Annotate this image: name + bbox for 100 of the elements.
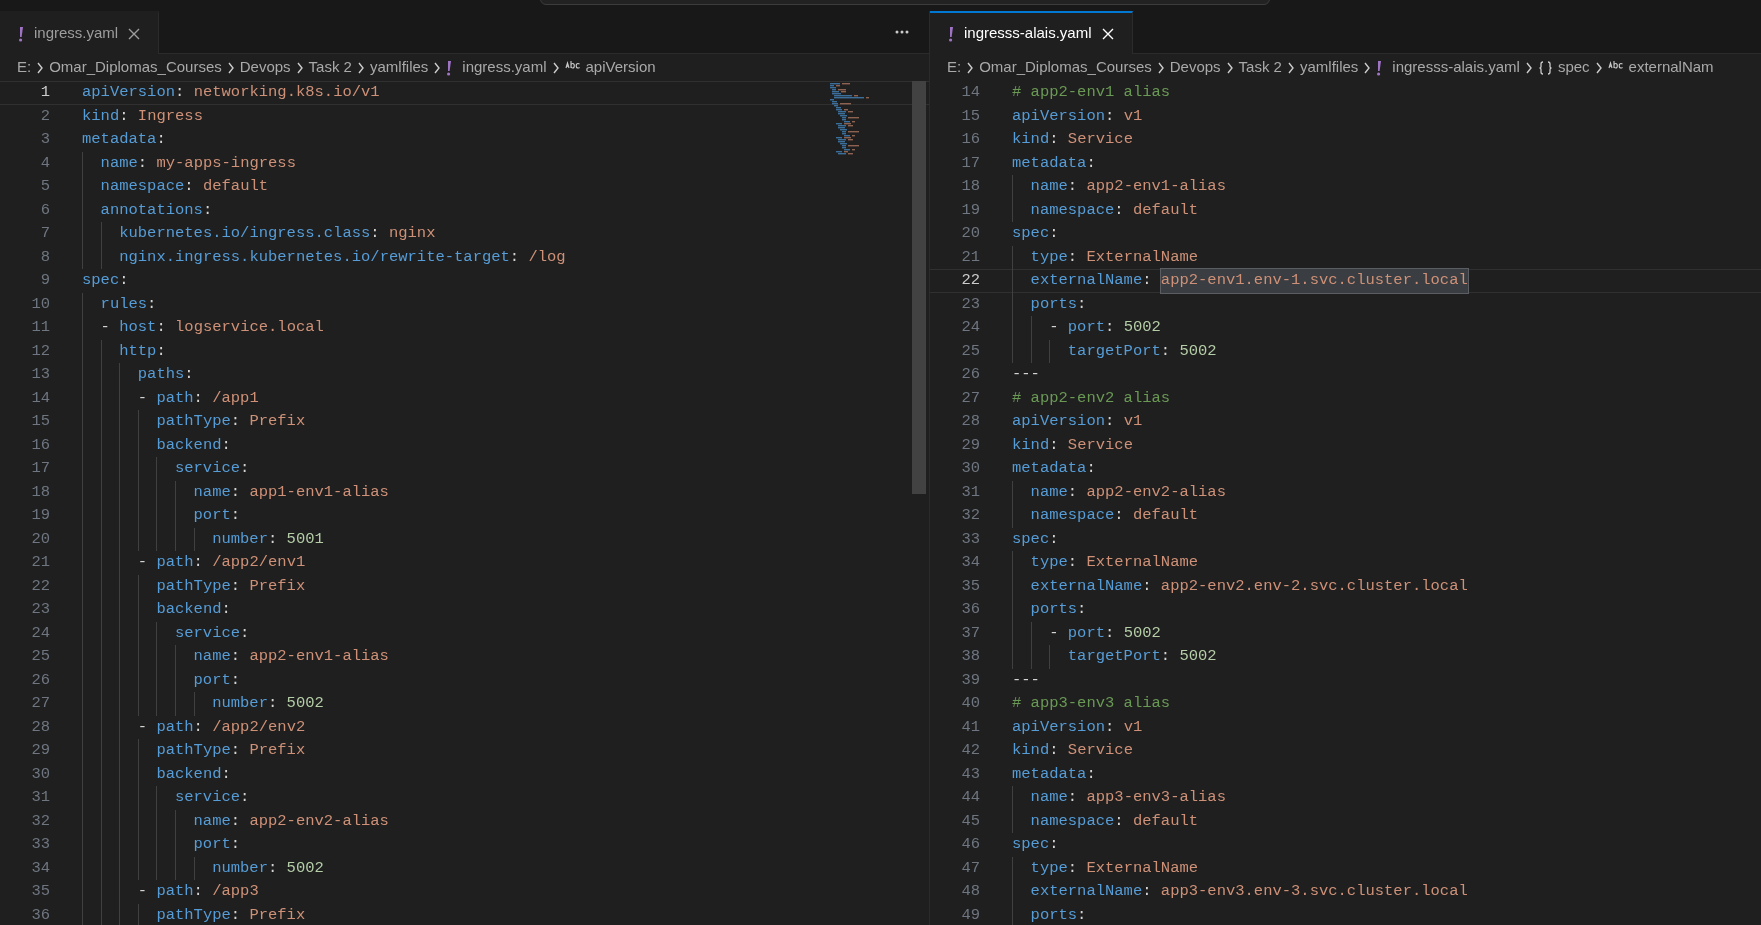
breadcrumb-item[interactable]: Task 2: [1238, 56, 1282, 79]
line-number: 34: [30, 857, 50, 879]
exclamation-icon: [948, 25, 954, 42]
code-line: externalName: app2-env1.env-1.svc.cluster.local: [1012, 269, 1468, 293]
more-actions-icon[interactable]: [895, 30, 909, 34]
scrollbar-thumb[interactable]: [912, 81, 926, 494]
breadcrumb-item[interactable]: apiVersion: [585, 56, 656, 79]
line-number: 36: [960, 599, 980, 621]
line-number: 18: [960, 176, 980, 198]
code-line: - port: 5002: [1012, 621, 1161, 645]
code-line: ---: [1012, 669, 1040, 691]
breadcrumb-item[interactable]: Omar_Diplomas_Courses: [49, 56, 222, 79]
code-line: spec:: [1012, 223, 1059, 245]
code-line: annotations:: [82, 198, 213, 222]
code-line: port:: [82, 504, 241, 528]
line-number: 41: [960, 716, 980, 738]
code-line: metadata:: [1012, 152, 1096, 174]
line-number: 28: [960, 411, 980, 433]
line-number: 9: [39, 270, 50, 292]
line-number: 12: [30, 340, 50, 362]
code-line: metadata:: [1012, 458, 1096, 480]
code-line: externalName: app3-env3.env-3.svc.cluster.local: [1012, 880, 1468, 904]
breadcrumb-item[interactable]: ingresss-alais.yaml: [1392, 56, 1520, 79]
code-line: paths:: [82, 363, 194, 387]
breadcrumb-item[interactable]: yamlfiles: [1299, 56, 1359, 79]
line-number: 24: [30, 622, 50, 644]
code-line: namespace: default: [1012, 198, 1199, 222]
tab-label: ingresss-alais.yaml: [964, 23, 1092, 44]
code-line: number: 5002: [82, 856, 324, 880]
code-line: ports:: [1012, 598, 1087, 622]
line-number: 14: [960, 82, 980, 104]
breadcrumb-item[interactable]: Devops: [239, 56, 291, 79]
code-line: backend:: [82, 598, 231, 622]
chevron-right-icon: [295, 61, 304, 74]
chevron-right-icon: [433, 61, 442, 74]
code-line: pathType: Prefix: [82, 903, 306, 925]
line-number: 26: [30, 669, 50, 691]
breadcrumb-item[interactable]: E:: [947, 56, 962, 79]
code-line: pathType: Prefix: [82, 739, 306, 763]
code-line: name: app2-env1-alias: [82, 645, 389, 669]
code-line: type: ExternalName: [1012, 856, 1199, 880]
code-line: metadata:: [82, 129, 166, 151]
line-number: 35: [960, 575, 980, 597]
code-line: kubernetes.io/ingress.class: nginx: [82, 222, 436, 246]
line-number: 46: [960, 834, 980, 856]
editor-tab[interactable]: ingresss-alais.yaml: [930, 11, 1133, 54]
line-number: 49: [960, 904, 980, 925]
breadcrumb-item[interactable]: E:: [17, 56, 32, 79]
breadcrumb-item[interactable]: yamlfiles: [369, 56, 429, 79]
line-number: 14: [30, 387, 50, 409]
line-number: 17: [30, 458, 50, 480]
line-number: 25: [960, 340, 980, 362]
line-number: 30: [960, 458, 980, 480]
line-number: 38: [960, 646, 980, 668]
line-number: 20: [30, 528, 50, 550]
code-line: externalName: app2-env2.env-2.svc.cluster.local: [1012, 574, 1468, 598]
line-number: 35: [30, 881, 50, 903]
code-line: spec:: [1012, 834, 1059, 856]
breadcrumb-item[interactable]: Task 2: [308, 56, 352, 79]
breadcrumb-item[interactable]: ingress.yaml: [462, 56, 547, 79]
code-editor[interactable]: [0, 81, 929, 925]
line-number: 28: [30, 716, 50, 738]
code-line: name: app3-env3-alias: [1012, 786, 1226, 810]
abc-icon: [1607, 60, 1624, 70]
breadcrumb-item[interactable]: Devops: [1169, 56, 1221, 79]
close-icon[interactable]: [128, 27, 141, 40]
code-line: metadata:: [1012, 763, 1096, 785]
tab-label: ingress.yaml: [34, 23, 119, 44]
line-number: 30: [30, 763, 50, 785]
breadcrumb-item[interactable]: spec: [1557, 56, 1590, 79]
code-line: # app2-env2 alias: [1012, 387, 1171, 409]
code-line: name: app2-env2-alias: [1012, 480, 1226, 504]
line-number: 33: [30, 834, 50, 856]
code-line: targetPort: 5002: [1012, 645, 1217, 669]
code-line: name: app2-env2-alias: [82, 809, 389, 833]
line-number: 2: [39, 105, 50, 127]
line-number: 32: [960, 505, 980, 527]
code-line: apiVersion: v1: [1012, 716, 1143, 738]
line-number: 43: [960, 763, 980, 785]
code-line: number: 5002: [82, 692, 324, 716]
code-line: - path: /app2/env1: [82, 551, 306, 575]
line-number: 34: [960, 552, 980, 574]
line-number: 15: [960, 105, 980, 127]
code-line: name: my-apps-ingress: [82, 151, 296, 175]
code-line: ports:: [1012, 292, 1087, 316]
breadcrumb-item[interactable]: externalNam: [1628, 56, 1714, 79]
chevron-right-icon: [1363, 61, 1372, 74]
line-number: 1: [39, 82, 50, 104]
chevron-right-icon: [1225, 61, 1234, 74]
line-number: 10: [30, 293, 50, 315]
code-line: # app2-env1 alias: [1012, 82, 1171, 104]
line-number: 11: [30, 317, 50, 339]
line-number: 6: [39, 199, 50, 221]
code-line: name: app2-env1-alias: [1012, 175, 1226, 199]
code-line: - path: /app3: [82, 880, 259, 904]
code-line: number: 5001: [82, 527, 324, 551]
editor-tab[interactable]: ingress.yaml: [0, 11, 160, 54]
exclamation-icon: [1376, 59, 1383, 76]
code-line: apiVersion: networking.k8s.io/v1: [82, 82, 380, 104]
breadcrumb-item[interactable]: Omar_Diplomas_Courses: [979, 56, 1152, 79]
